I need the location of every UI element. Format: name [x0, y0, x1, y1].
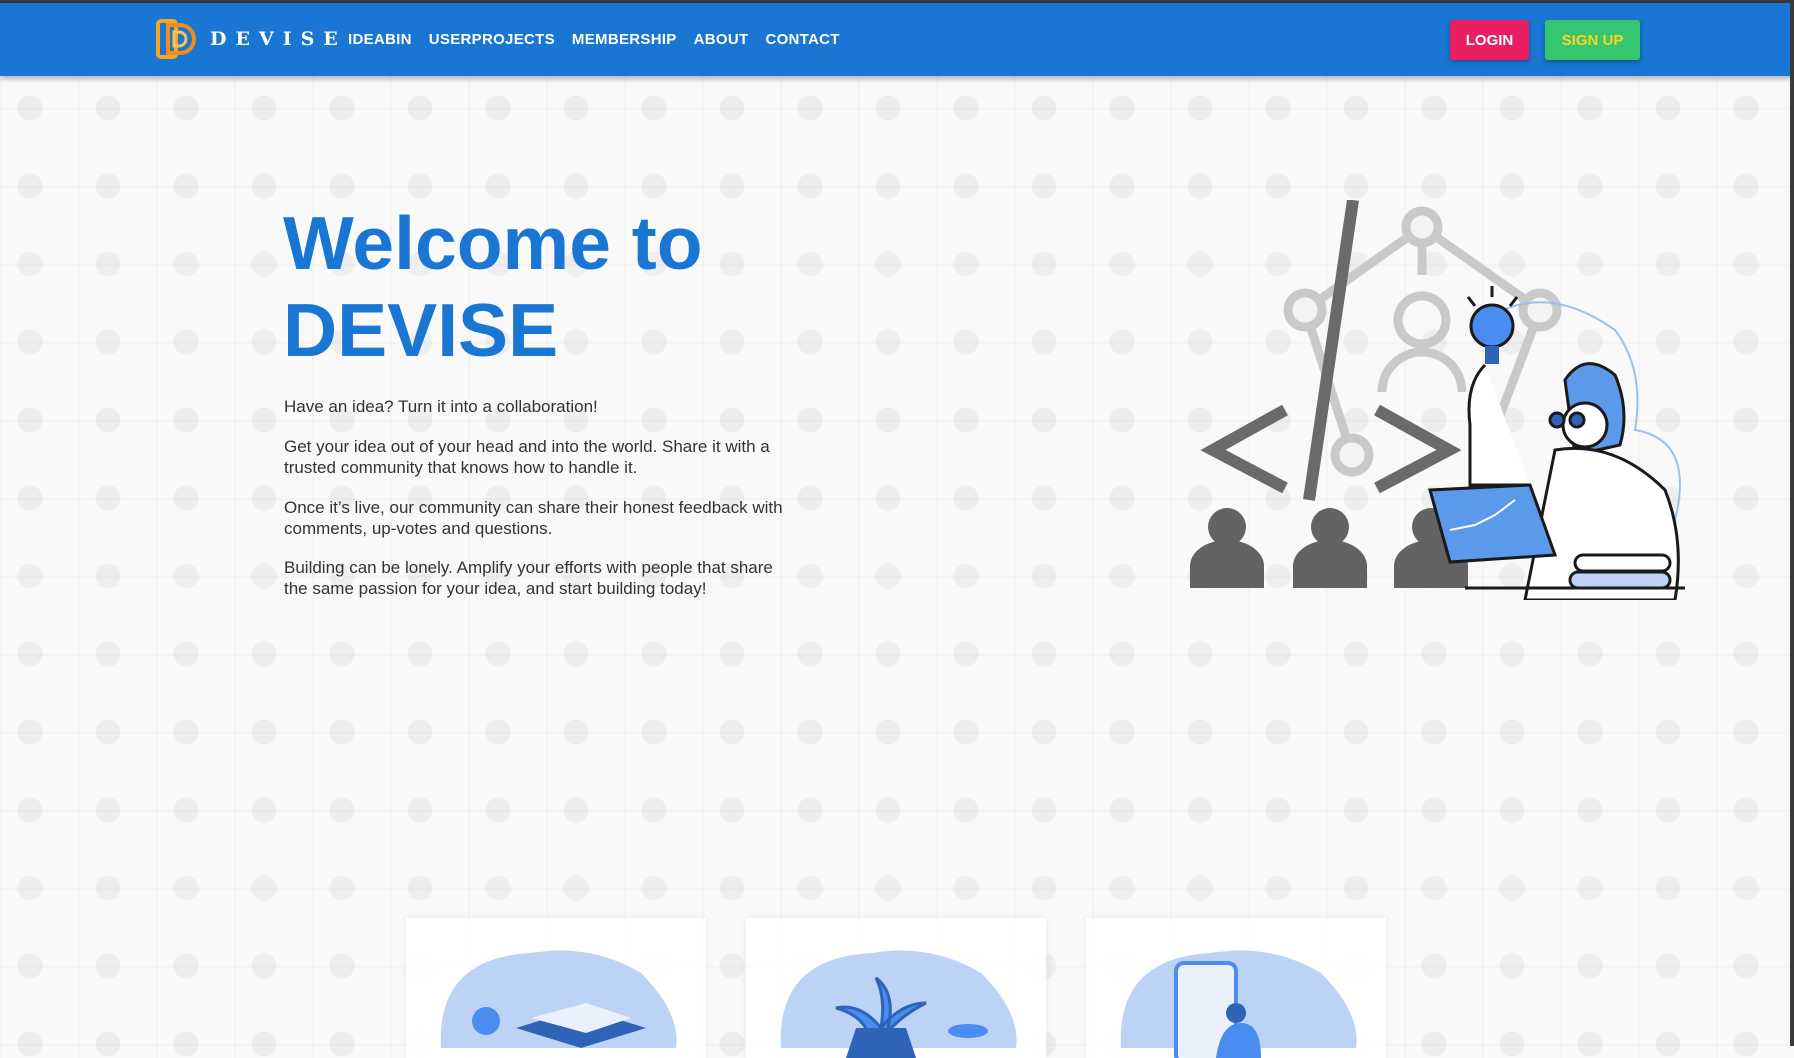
devise-logo-icon	[156, 19, 196, 59]
hero-title: Welcome to DEVISE	[283, 200, 703, 374]
feature-card-mobile[interactable]	[1086, 918, 1386, 1058]
signup-button[interactable]: SIGN UP	[1545, 20, 1640, 60]
window-right-border	[1790, 0, 1794, 1046]
nav-link-contact[interactable]: CONTACT	[765, 31, 839, 48]
mobile-user-icon	[1120, 950, 1357, 1058]
hero-title-line2: DEVISE	[283, 288, 559, 372]
nav-link-membership[interactable]: MEMBERSHIP	[572, 31, 677, 48]
login-button[interactable]: LOGIN	[1450, 20, 1529, 60]
hero-title-line1: Welcome to	[283, 201, 703, 285]
hero-illustration	[1190, 200, 1685, 600]
hero-tagline: Have an idea? Turn it into a collaborati…	[284, 397, 598, 416]
hero-paragraph-feedback: Once it’s live, our community can share …	[284, 498, 783, 538]
lightbulb-icon	[1466, 286, 1519, 364]
plant-icon	[780, 950, 1017, 1058]
hero-paragraph-share: Get your idea out of your head and into …	[284, 437, 770, 477]
feature-card-growth[interactable]	[746, 918, 1046, 1058]
woman-with-laptop-icon	[1428, 362, 1685, 600]
hero-paragraph-build: Building can be lonely. Amplify your eff…	[284, 558, 773, 598]
navbar: DEVISE IDEABIN USERPROJECTS MEMBERSHIP A…	[0, 3, 1794, 76]
nav-link-userprojects[interactable]: USERPROJECTS	[429, 31, 555, 48]
nav-link-about[interactable]: ABOUT	[694, 31, 749, 48]
feature-card-idea[interactable]	[406, 918, 706, 1058]
brand-name: DEVISE	[210, 28, 347, 50]
brand[interactable]: DEVISE	[156, 19, 347, 59]
team-people-icon	[1190, 508, 1468, 588]
nav-links: IDEABIN USERPROJECTS MEMBERSHIP ABOUT CO…	[348, 3, 857, 76]
idea-books-icon	[440, 950, 677, 1048]
nav-link-ideabin[interactable]: IDEABIN	[348, 31, 412, 48]
